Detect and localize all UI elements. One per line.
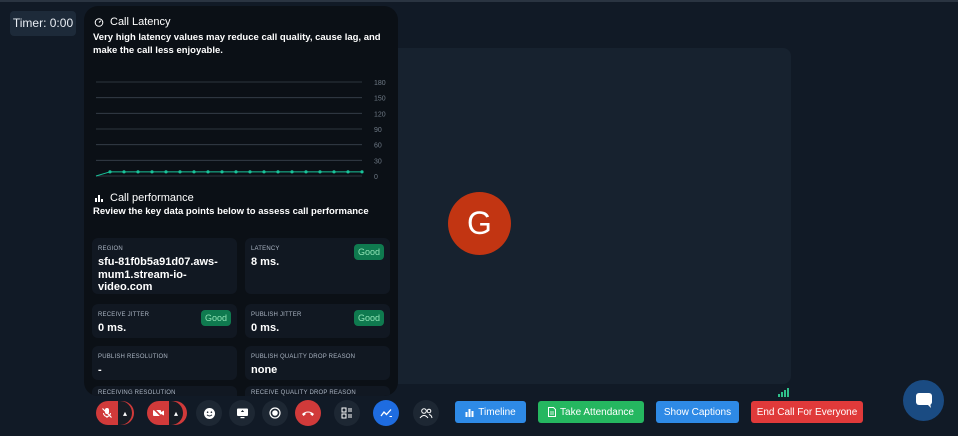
publish-quality-drop-value: none bbox=[251, 364, 278, 376]
participants-button[interactable] bbox=[413, 400, 439, 426]
mic-options-caret[interactable]: ▴ bbox=[118, 401, 132, 425]
latency-data-point bbox=[122, 170, 126, 174]
mic-off-icon[interactable] bbox=[96, 401, 118, 425]
hang-up-icon bbox=[302, 411, 314, 416]
latency-data-point bbox=[220, 170, 224, 174]
participants-icon bbox=[419, 408, 433, 419]
call-stats-button[interactable] bbox=[373, 400, 399, 426]
camera-off-icon[interactable] bbox=[147, 401, 169, 425]
latency-card: LATENCY 8 ms. Good bbox=[245, 238, 390, 294]
top-border bbox=[0, 0, 958, 2]
y-tick-label: 150 bbox=[374, 96, 386, 103]
chat-button[interactable] bbox=[903, 380, 944, 421]
participant-video-tile[interactable] bbox=[373, 48, 791, 384]
screen-share-button[interactable] bbox=[229, 400, 255, 426]
take-attendance-button[interactable]: Take Attendance bbox=[538, 401, 644, 423]
y-tick-label: 120 bbox=[374, 111, 386, 118]
show-captions-button[interactable]: Show Captions bbox=[656, 401, 739, 423]
latency-header: Call Latency bbox=[94, 16, 171, 28]
latency-data-point bbox=[360, 170, 364, 174]
end-call-for-everyone-button[interactable]: End Call For Everyone bbox=[751, 401, 863, 423]
record-icon bbox=[269, 407, 281, 419]
publish-quality-drop-card: PUBLISH QUALITY DROP REASON none bbox=[245, 346, 390, 380]
emoji-icon bbox=[203, 407, 215, 419]
document-icon bbox=[548, 407, 557, 417]
microphone-toggle[interactable]: ▴ bbox=[96, 401, 134, 425]
receive-jitter-status-badge: Good bbox=[201, 310, 231, 326]
timeline-label: Timeline bbox=[478, 406, 516, 418]
latency-chart: 180 150 120 90 60 30 0 bbox=[95, 80, 386, 181]
y-tick-label: 90 bbox=[374, 127, 382, 134]
stats-pulse-icon bbox=[379, 409, 392, 417]
latency-data-point bbox=[234, 170, 238, 174]
receive-jitter-card: RECEIVE JITTER 0 ms. Good bbox=[92, 304, 237, 338]
publish-jitter-card: PUBLISH JITTER 0 ms. Good bbox=[245, 304, 390, 338]
layout-grid-icon bbox=[341, 407, 352, 419]
performance-description: Review the key data points below to asse… bbox=[93, 206, 369, 217]
receive-quality-drop-label: RECEIVE QUALITY DROP REASON bbox=[251, 390, 356, 396]
latency-data-point bbox=[164, 170, 168, 174]
camera-options-caret[interactable]: ▴ bbox=[169, 401, 183, 425]
latency-data-point bbox=[262, 170, 266, 174]
timeline-bar-icon bbox=[465, 408, 474, 417]
performance-title: Call performance bbox=[110, 192, 194, 204]
layout-button[interactable] bbox=[334, 400, 360, 426]
publish-quality-drop-label: PUBLISH QUALITY DROP REASON bbox=[251, 354, 356, 360]
latency-data-point bbox=[206, 170, 210, 174]
latency-data-point bbox=[108, 170, 112, 174]
region-value: sfu-81f0b5a91d07.aws-mum1.stream-io-vide… bbox=[98, 256, 218, 293]
latency-data-point bbox=[276, 170, 280, 174]
latency-data-point bbox=[318, 170, 322, 174]
latency-data-point bbox=[290, 170, 294, 174]
receiving-resolution-card: RECEIVING RESOLUTION bbox=[92, 386, 237, 396]
participant-avatar: G bbox=[448, 192, 511, 255]
show-captions-label: Show Captions bbox=[663, 406, 732, 418]
end-call-label: End Call For Everyone bbox=[756, 406, 858, 418]
y-tick-label: 180 bbox=[374, 80, 386, 87]
y-tick-label: 0 bbox=[374, 174, 378, 181]
camera-toggle[interactable]: ▴ bbox=[147, 401, 187, 425]
chat-bubble-icon bbox=[915, 393, 932, 408]
latency-data-point bbox=[192, 170, 196, 174]
stopwatch-icon bbox=[94, 18, 104, 27]
y-tick-label: 60 bbox=[374, 143, 382, 150]
y-tick-label: 30 bbox=[374, 158, 382, 165]
latency-data-point bbox=[178, 170, 182, 174]
leave-call-button[interactable] bbox=[295, 400, 321, 426]
receiving-resolution-label: RECEIVING RESOLUTION bbox=[98, 390, 176, 396]
publish-resolution-card: PUBLISH RESOLUTION - bbox=[92, 346, 237, 380]
call-timer: Timer: 0:00 bbox=[10, 11, 76, 36]
region-card: REGION sfu-81f0b5a91d07.aws-mum1.stream-… bbox=[92, 238, 237, 294]
record-button[interactable] bbox=[262, 400, 288, 426]
reactions-button[interactable] bbox=[196, 400, 222, 426]
performance-header: Call performance bbox=[94, 192, 194, 204]
publish-resolution-value: - bbox=[98, 364, 102, 376]
latency-data-point bbox=[248, 170, 252, 174]
latency-data-point bbox=[346, 170, 350, 174]
latency-data-point bbox=[304, 170, 308, 174]
timeline-button[interactable]: Timeline bbox=[455, 401, 526, 423]
call-controls-bar: ▴ ▴ Timeline Take Attendance Show Captio… bbox=[0, 398, 958, 428]
screen-share-icon bbox=[236, 408, 248, 419]
network-signal-icon bbox=[776, 385, 790, 397]
latency-data-point bbox=[136, 170, 140, 174]
latency-description: Very high latency values may reduce call… bbox=[93, 32, 381, 56]
latency-data-point bbox=[150, 170, 154, 174]
publish-jitter-status-badge: Good bbox=[354, 310, 384, 326]
latency-title: Call Latency bbox=[110, 16, 171, 28]
region-label: REGION bbox=[98, 246, 123, 252]
bar-chart-icon bbox=[95, 195, 103, 202]
call-stats-panel: Call Latency Very high latency values ma… bbox=[84, 6, 398, 396]
publish-resolution-label: PUBLISH RESOLUTION bbox=[98, 354, 168, 360]
receive-quality-drop-card: RECEIVE QUALITY DROP REASON bbox=[245, 386, 390, 396]
take-attendance-label: Take Attendance bbox=[560, 406, 634, 418]
latency-data-point bbox=[332, 170, 336, 174]
latency-series-line bbox=[95, 171, 362, 177]
latency-status-badge: Good bbox=[354, 244, 384, 260]
